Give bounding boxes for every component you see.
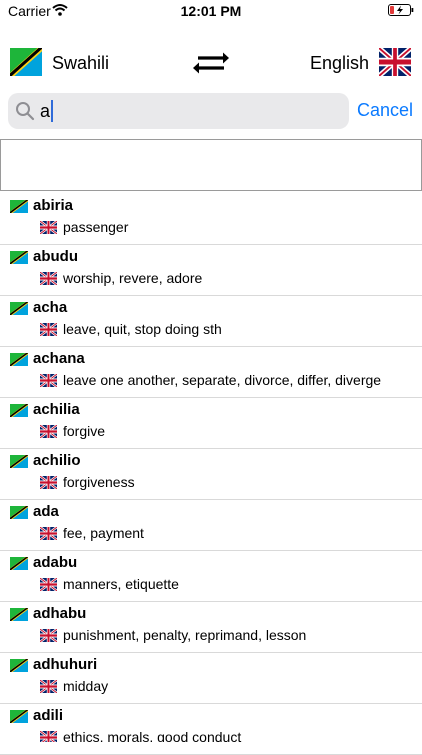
- uk-flag-icon[interactable]: [379, 48, 411, 76]
- english-translation: manners, etiquette: [63, 576, 179, 592]
- swap-languages-icon[interactable]: [193, 49, 229, 77]
- english-translation: leave, quit, stop doing sth: [63, 321, 222, 337]
- search-input-value: a: [40, 101, 51, 121]
- results-list[interactable]: abiria passenger abudu worship, revere, …: [0, 194, 422, 755]
- swahili-word: ada: [33, 503, 59, 520]
- tanzania-flag-icon: [10, 608, 28, 621]
- tanzania-flag-icon: [10, 710, 28, 723]
- tanzania-flag-icon: [10, 506, 28, 519]
- english-translation: midday: [63, 678, 109, 694]
- swahili-word: achana: [33, 350, 85, 367]
- english-translation: passenger: [63, 219, 129, 235]
- uk-flag-icon: [40, 272, 57, 285]
- uk-flag-icon: [40, 680, 57, 693]
- battery-charging-icon: [388, 4, 414, 16]
- list-item[interactable]: achilia forgive: [0, 398, 422, 449]
- swahili-word: acha: [33, 299, 68, 316]
- swahili-word: adabu: [33, 554, 78, 571]
- english-translation: punishment, penalty, reprimand, lesson: [63, 627, 307, 643]
- swahili-word: achilio: [33, 452, 81, 469]
- uk-flag-icon: [40, 578, 57, 591]
- clock: 12:01 PM: [180, 3, 242, 19]
- tanzania-flag-icon: [10, 659, 28, 672]
- source-language-label[interactable]: Swahili: [52, 53, 109, 74]
- cancel-button[interactable]: Cancel: [357, 100, 413, 121]
- list-item[interactable]: abudu worship, revere, adore: [0, 245, 422, 296]
- list-item[interactable]: abiria passenger: [0, 194, 422, 245]
- uk-flag-icon: [40, 527, 57, 540]
- uk-flag-icon: [40, 476, 57, 489]
- text-cursor: [51, 100, 54, 123]
- english-translation: worship, revere, adore: [63, 270, 203, 286]
- list-item[interactable]: adabu manners, etiquette: [0, 551, 422, 602]
- tanzania-flag-icon: [10, 404, 28, 417]
- uk-flag-icon: [40, 221, 57, 234]
- search-icon: [16, 102, 35, 121]
- list-item[interactable]: achilio forgiveness: [0, 449, 422, 500]
- uk-flag-icon: [40, 374, 57, 387]
- english-translation: forgive: [63, 423, 106, 439]
- tanzania-flag-icon: [10, 200, 28, 213]
- swahili-word: abiria: [33, 197, 74, 214]
- target-language-label[interactable]: English: [310, 53, 369, 74]
- list-item[interactable]: ada fee, payment: [0, 500, 422, 551]
- tanzania-flag-icon: [10, 455, 28, 468]
- swahili-word: adili: [33, 707, 64, 724]
- uk-flag-icon: [40, 629, 57, 642]
- tanzania-flag-icon: [10, 557, 28, 570]
- swahili-word: abudu: [33, 248, 78, 265]
- tanzania-flag-icon[interactable]: [10, 48, 42, 76]
- list-item[interactable]: adhuhuri midday: [0, 653, 422, 704]
- bottom-edge: [0, 742, 422, 750]
- swahili-word: achilia: [33, 401, 80, 418]
- search-input[interactable]: a: [40, 99, 54, 123]
- list-item[interactable]: acha leave, quit, stop doing sth: [0, 296, 422, 347]
- tanzania-flag-icon: [10, 353, 28, 366]
- english-translation: fee, payment: [63, 525, 144, 541]
- list-item[interactable]: achana leave one another, separate, divo…: [0, 347, 422, 398]
- status-bar: Carrier 12:01 PM: [0, 0, 422, 24]
- english-translation: forgiveness: [63, 474, 135, 490]
- uk-flag-icon: [40, 425, 57, 438]
- search-row: a Cancel: [0, 92, 422, 132]
- swahili-word: adhabu: [33, 605, 87, 622]
- tanzania-flag-icon: [10, 302, 28, 315]
- language-bar: Swahili English: [0, 40, 422, 86]
- list-item[interactable]: adhabu punishment, penalty, reprimand, l…: [0, 602, 422, 653]
- blank-panel: [0, 139, 422, 191]
- english-translation: leave one another, separate, divorce, di…: [63, 372, 382, 388]
- search-field[interactable]: a: [8, 93, 349, 129]
- swahili-word: adhuhuri: [33, 656, 98, 673]
- tanzania-flag-icon: [10, 251, 28, 264]
- uk-flag-icon: [40, 323, 57, 336]
